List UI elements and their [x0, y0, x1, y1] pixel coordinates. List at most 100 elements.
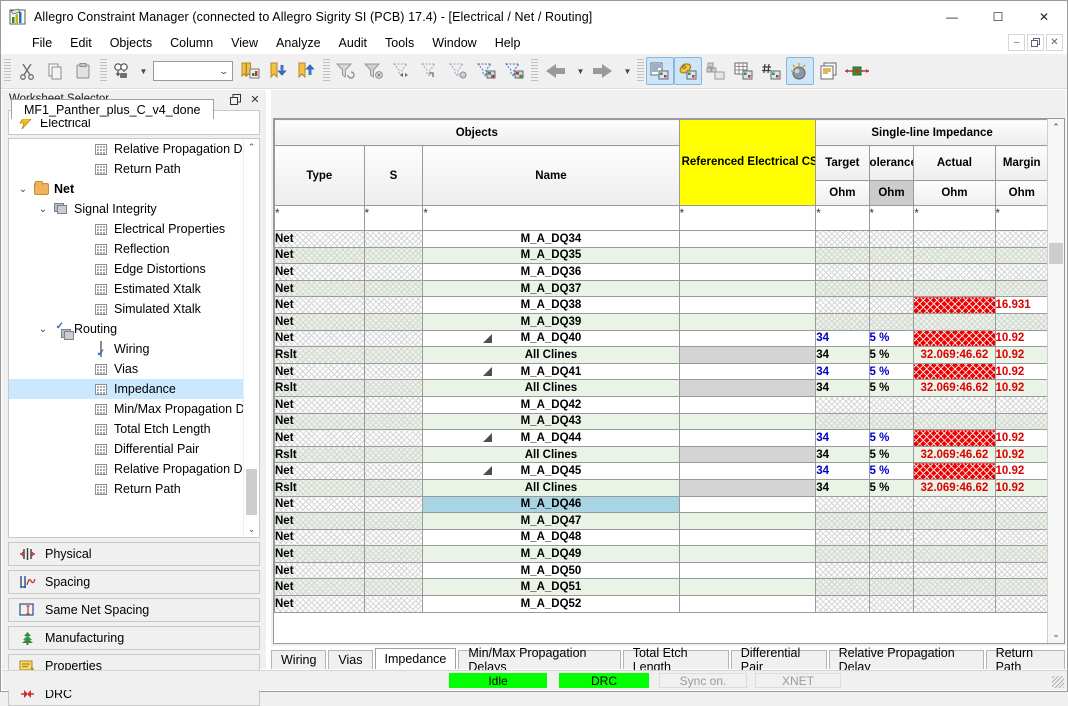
minimize-button[interactable]: — — [929, 1, 975, 32]
cell-s[interactable] — [364, 596, 423, 613]
cell-target[interactable] — [816, 280, 869, 297]
close-button[interactable]: ✕ — [1021, 1, 1067, 32]
filter-cell-type[interactable]: * — [275, 206, 365, 231]
filter-cell-margin[interactable]: * — [995, 206, 1049, 231]
cut-icon[interactable] — [13, 57, 41, 85]
cell-target[interactable] — [816, 247, 869, 264]
copy-icon[interactable] — [41, 57, 69, 85]
tree-item-relative-propagation-delay[interactable]: Relative Propagation Delay — [9, 139, 243, 159]
cell-name[interactable]: M_A_DQ40 — [423, 330, 679, 347]
column-header-margin[interactable]: Margin — [995, 146, 1049, 181]
table-row[interactable]: NetM_A_DQ52 — [275, 596, 1049, 613]
toolbar-grip-1[interactable] — [4, 59, 11, 83]
cell-s[interactable] — [364, 313, 423, 330]
cell-tolerance[interactable] — [869, 297, 914, 314]
cell-referenced-electrical-cset[interactable] — [679, 596, 816, 613]
cell-tolerance[interactable] — [869, 513, 914, 530]
tree-item-vias[interactable]: Vias — [9, 359, 243, 379]
cell-tolerance[interactable]: 5 % — [869, 363, 914, 380]
bookmark-next-icon[interactable] — [264, 57, 292, 85]
mdi-close-button[interactable]: ✕ — [1046, 34, 1063, 51]
table-row[interactable]: NetM_A_DQ46 — [275, 496, 1049, 513]
cell-referenced-electrical-cset[interactable] — [679, 513, 816, 530]
column-header-tolerance[interactable]: olerance — [869, 146, 914, 181]
cell-name[interactable]: M_A_DQ37 — [423, 280, 679, 297]
tree-item-estimated-xtalk[interactable]: Estimated Xtalk — [9, 279, 243, 299]
filter-cell-actual[interactable]: * — [914, 206, 995, 231]
category-button-same-net-spacing[interactable]: Same Net Spacing — [8, 598, 260, 622]
paste-icon[interactable] — [69, 57, 97, 85]
cell-s[interactable] — [364, 413, 423, 430]
cell-target[interactable] — [816, 579, 869, 596]
cell-target[interactable]: 34 — [816, 430, 869, 447]
table-row[interactable]: NetM_A_DQ49 — [275, 546, 1049, 563]
tree-item-wiring[interactable]: ✓Wiring — [9, 339, 243, 359]
table-row[interactable]: NetM_A_DQ47 — [275, 513, 1049, 530]
tree-item-return-path[interactable]: Return Path — [9, 159, 243, 179]
tree-item-total-etch-length[interactable]: Total Etch Length — [9, 419, 243, 439]
filter-auto-icon[interactable] — [444, 57, 472, 85]
cell-s[interactable] — [364, 463, 423, 480]
cell-target[interactable] — [816, 413, 869, 430]
netline-icon[interactable] — [842, 57, 872, 85]
find-icon[interactable] — [109, 57, 137, 85]
menu-help[interactable]: Help — [486, 34, 530, 52]
back-arrow-icon[interactable] — [540, 57, 574, 85]
tree-item-edge-distortions[interactable]: Edge Distortions — [9, 259, 243, 279]
cell-tolerance[interactable] — [869, 529, 914, 546]
cell-name[interactable]: All Clines — [423, 446, 679, 463]
cell-s[interactable] — [364, 479, 423, 496]
menu-analyze[interactable]: Analyze — [267, 34, 329, 52]
tree-item-simulated-xtalk[interactable]: Simulated Xtalk — [9, 299, 243, 319]
menu-column[interactable]: Column — [161, 34, 222, 52]
cell-name[interactable]: M_A_DQ35 — [423, 247, 679, 264]
cell-target[interactable]: 34 — [816, 347, 869, 364]
find-dropdown-icon[interactable]: ▼ — [137, 67, 150, 76]
menu-file[interactable]: File — [23, 34, 61, 52]
cell-target[interactable] — [816, 546, 869, 563]
filter-cell-name[interactable]: * — [423, 206, 679, 231]
status-sync[interactable]: Sync on. — [659, 673, 747, 688]
status-xnet[interactable]: XNET — [755, 673, 841, 688]
table-row[interactable]: NetM_A_DQ44345 %10.92 — [275, 430, 1049, 447]
cell-target[interactable] — [816, 513, 869, 530]
filter-refresh-icon[interactable] — [332, 57, 360, 85]
cell-tolerance[interactable] — [869, 264, 914, 281]
cell-name[interactable]: M_A_DQ38 — [423, 297, 679, 314]
cell-referenced-electrical-cset[interactable] — [679, 264, 816, 281]
cell-referenced-electrical-cset[interactable] — [679, 446, 816, 463]
cell-target[interactable]: 34 — [816, 463, 869, 480]
cell-target[interactable] — [816, 562, 869, 579]
cell-target[interactable] — [816, 297, 869, 314]
table-row[interactable]: NetM_A_DQ34 — [275, 231, 1049, 248]
bookmark-set-icon[interactable] — [236, 57, 264, 85]
grid-scroll-up-icon[interactable]: ⌃ — [1048, 119, 1064, 136]
tree-twisty[interactable]: ⌄ — [35, 204, 51, 215]
cell-referenced-electrical-cset[interactable] — [679, 380, 816, 397]
document-tab[interactable]: MF1_Panther_plus_C_v4_done — [11, 99, 214, 119]
filter-cell-olerance[interactable]: * — [869, 206, 914, 231]
table-row[interactable]: RsltAll Clines345 %32.069:46.6210.92 — [275, 446, 1049, 463]
cell-target[interactable]: 34 — [816, 380, 869, 397]
forward-dropdown-icon[interactable]: ▼ — [621, 67, 634, 76]
table-row[interactable]: NetM_A_DQ36 — [275, 264, 1049, 281]
column-header-actual[interactable]: Actual — [914, 146, 995, 181]
cell-tolerance[interactable]: 5 % — [869, 430, 914, 447]
cell-target[interactable]: 34 — [816, 363, 869, 380]
menu-view[interactable]: View — [222, 34, 267, 52]
cell-s[interactable] — [364, 347, 423, 364]
cell-name[interactable]: M_A_DQ42 — [423, 396, 679, 413]
cell-s[interactable] — [364, 264, 423, 281]
tree-item-signal-integrity[interactable]: ⌄Signal Integrity — [9, 199, 243, 219]
cell-target[interactable]: 34 — [816, 330, 869, 347]
cell-tolerance[interactable] — [869, 396, 914, 413]
cell-name[interactable]: M_A_DQ47 — [423, 513, 679, 530]
toolbar-grip-2[interactable] — [100, 59, 107, 83]
menu-objects[interactable]: Objects — [101, 34, 161, 52]
cell-referenced-electrical-cset[interactable] — [679, 280, 816, 297]
grid-scroll-thumb[interactable] — [1049, 243, 1063, 264]
cell-referenced-electrical-cset[interactable] — [679, 231, 816, 248]
tree-item-net[interactable]: ⌄Net — [9, 179, 243, 199]
table-row[interactable]: NetM_A_DQ39 — [275, 313, 1049, 330]
cell-s[interactable] — [364, 280, 423, 297]
